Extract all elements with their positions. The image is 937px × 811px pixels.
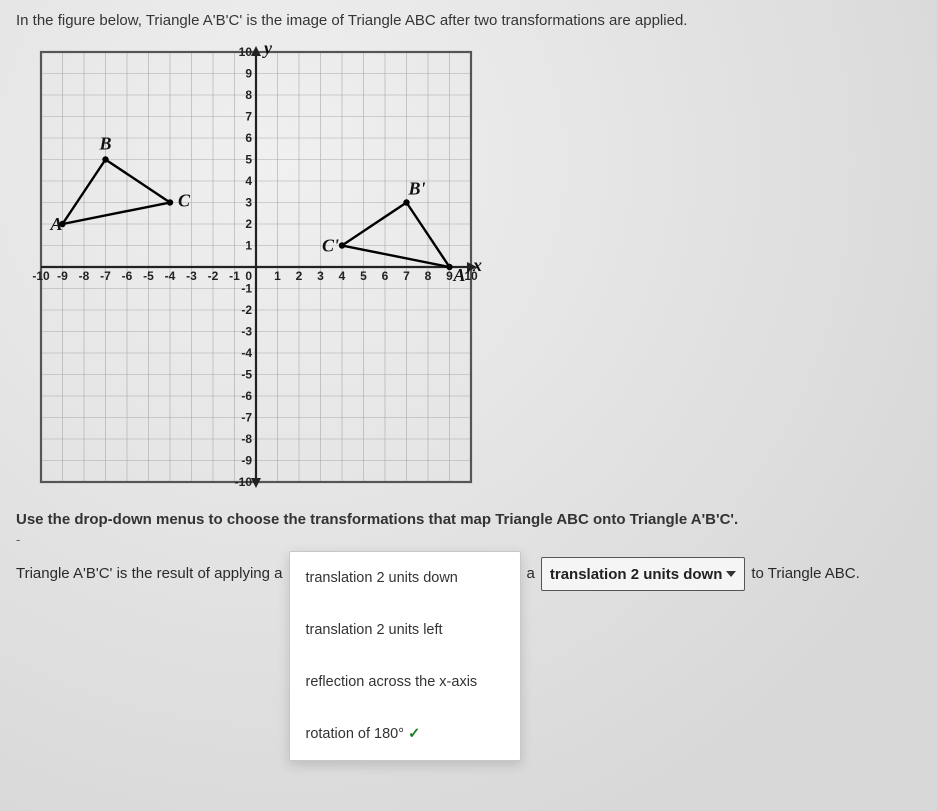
svg-text:-2: -2: [208, 269, 219, 283]
transformation-dropdown-1[interactable]: translation 2 units down translation 2 u…: [289, 551, 521, 761]
svg-text:3: 3: [317, 269, 324, 283]
svg-text:8: 8: [245, 88, 252, 102]
svg-text:1: 1: [245, 239, 252, 253]
dropdown-selected-label: translation 2 units down: [550, 566, 723, 583]
coordinate-graph: -10-9-8-7-6-5-4-3-2-112345678910-10-9-8-…: [26, 37, 921, 497]
svg-text:9: 9: [446, 269, 453, 283]
svg-text:-9: -9: [57, 269, 68, 283]
svg-text:A': A': [453, 265, 471, 285]
svg-text:7: 7: [403, 269, 410, 283]
svg-text:8: 8: [425, 269, 432, 283]
chevron-down-icon: [726, 571, 736, 577]
problem-prompt: In the figure below, Triangle A'B'C' is …: [16, 12, 921, 29]
svg-text:B': B': [408, 179, 426, 199]
svg-text:-5: -5: [143, 269, 154, 283]
svg-text:-5: -5: [241, 368, 252, 382]
dropdown-option-selected[interactable]: rotation of 180° ✓: [290, 708, 520, 760]
graph-svg: -10-9-8-7-6-5-4-3-2-112345678910-10-9-8-…: [26, 37, 486, 497]
svg-text:-10: -10: [235, 475, 253, 489]
dropdown-option[interactable]: translation 2 units left: [290, 604, 520, 656]
svg-text:-1: -1: [241, 282, 252, 296]
svg-text:C: C: [178, 191, 191, 211]
svg-text:-3: -3: [186, 269, 197, 283]
dropdown-option[interactable]: translation 2 units down: [290, 552, 520, 604]
svg-text:-8: -8: [241, 432, 252, 446]
svg-text:-8: -8: [79, 269, 90, 283]
svg-text:-3: -3: [241, 325, 252, 339]
option-label: rotation of 180°: [306, 726, 405, 742]
svg-text:2: 2: [245, 217, 252, 231]
svg-text:4: 4: [339, 269, 346, 283]
svg-text:-6: -6: [122, 269, 133, 283]
check-icon: ✓: [408, 726, 420, 742]
sentence-between: a: [527, 557, 535, 591]
svg-text:-4: -4: [165, 269, 176, 283]
sentence-lead: Triangle A'B'C' is the result of applyin…: [16, 557, 283, 591]
svg-text:6: 6: [245, 131, 252, 145]
svg-text:10: 10: [239, 45, 253, 59]
svg-text:3: 3: [245, 196, 252, 210]
svg-text:6: 6: [382, 269, 389, 283]
decor-dash: -: [16, 532, 921, 547]
svg-text:-6: -6: [241, 389, 252, 403]
svg-text:A: A: [50, 214, 63, 234]
svg-text:-4: -4: [241, 346, 252, 360]
svg-text:x: x: [472, 255, 482, 275]
svg-text:4: 4: [245, 174, 252, 188]
svg-text:0: 0: [245, 269, 252, 283]
svg-text:1: 1: [274, 269, 281, 283]
sentence-trail: to Triangle ABC.: [751, 557, 859, 591]
instruction-text: Use the drop-down menus to choose the tr…: [16, 511, 921, 528]
svg-text:C': C': [322, 236, 339, 256]
svg-text:-1: -1: [229, 269, 240, 283]
svg-text:2: 2: [296, 269, 303, 283]
svg-text:-7: -7: [241, 411, 252, 425]
svg-text:B: B: [99, 134, 112, 154]
svg-text:y: y: [262, 38, 273, 58]
svg-text:-7: -7: [100, 269, 111, 283]
answer-row: Triangle A'B'C' is the result of applyin…: [16, 557, 921, 761]
svg-text:-2: -2: [241, 303, 252, 317]
svg-text:9: 9: [245, 67, 252, 81]
svg-text:-9: -9: [241, 454, 252, 468]
transformation-dropdown-2[interactable]: translation 2 units down: [541, 557, 746, 591]
svg-text:5: 5: [245, 153, 252, 167]
svg-text:-10: -10: [32, 269, 50, 283]
svg-text:7: 7: [245, 110, 252, 124]
svg-text:5: 5: [360, 269, 367, 283]
dropdown-option[interactable]: reflection across the x-axis: [290, 656, 520, 708]
